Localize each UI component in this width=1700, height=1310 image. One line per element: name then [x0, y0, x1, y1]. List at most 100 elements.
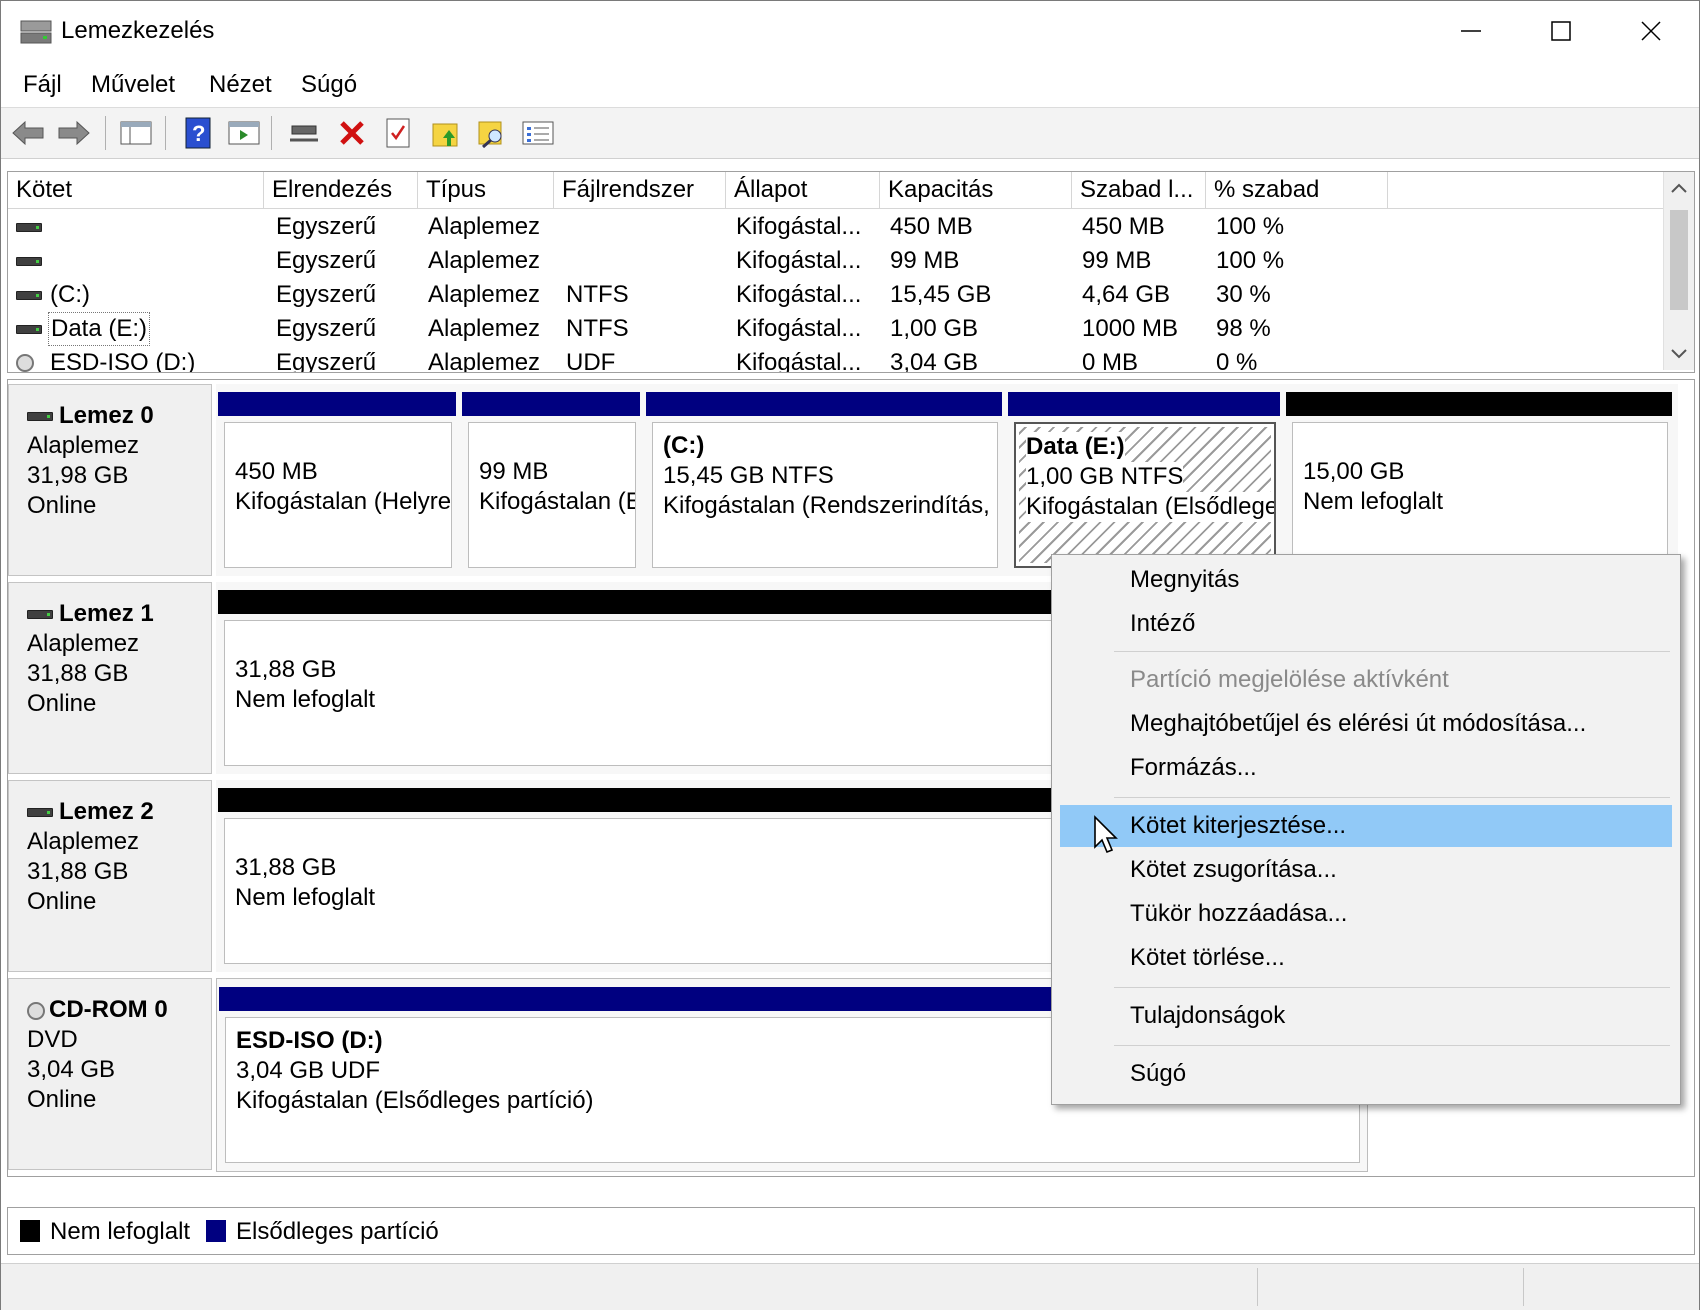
partition-status: Nem lefoglalt	[1303, 488, 1444, 515]
col-volume[interactable]: Kötet	[8, 172, 264, 208]
partition-box[interactable]: 99 MB Kifogástalan (E	[468, 422, 636, 568]
cell-pct: 30 %	[1216, 281, 1271, 308]
maximize-button[interactable]	[1516, 1, 1606, 61]
close-button[interactable]	[1606, 1, 1696, 61]
ctx-add-mirror[interactable]: Tükör hozzáadása...	[1060, 893, 1672, 935]
search-folder-button[interactable]	[473, 114, 511, 152]
ctx-open[interactable]: Megnyitás	[1060, 559, 1672, 601]
scrollbar-thumb[interactable]	[1670, 210, 1688, 310]
ctx-mark-active: Partíció megjelölése aktívként	[1130, 666, 1449, 693]
ctx-explorer[interactable]: Intéző	[1060, 603, 1672, 645]
cell-free: 4,64 GB	[1082, 281, 1171, 308]
col-filesystem[interactable]: Fájlrendszer	[554, 172, 726, 208]
volume-list-scrollbar[interactable]	[1663, 172, 1694, 370]
menu-file[interactable]: Fájl	[23, 71, 62, 99]
partition-size: 15,45 GB NTFS	[663, 462, 834, 489]
forward-button[interactable]	[55, 114, 93, 152]
col-status[interactable]: Állapot	[726, 172, 880, 208]
disk-type: Alaplemez	[27, 828, 140, 855]
ctx-extend-volume[interactable]: Kötet kiterjesztése...	[1060, 805, 1672, 847]
disk-name-row: CD-ROM 0	[27, 995, 211, 1025]
show-hide-action-pane-button[interactable]	[225, 114, 263, 152]
menu-bar: Fájl Művelet Nézet Súgó	[1, 63, 1699, 108]
disk-label[interactable]: Lemez 1 Alaplemez 31,88 GB Online	[8, 582, 212, 774]
disk-management-app-icon	[20, 20, 52, 44]
context-menu: Megnyitás Intéző Partíció megjelölése aktí…	[1051, 554, 1681, 1105]
cell-fs: NTFS	[566, 281, 629, 308]
cell-capacity: 99 MB	[890, 247, 960, 274]
partition-box[interactable]: Data (E:) 1,00 GB NTFS Kifogástalan (Elsőd…	[1014, 422, 1276, 568]
connect-icon	[290, 125, 318, 142]
ctx-shrink-volume[interactable]: Kötet zsugorítása...	[1060, 849, 1672, 891]
partition-title: (C:)	[663, 432, 705, 459]
cell-capacity: 450 MB	[890, 213, 973, 240]
ctx-help[interactable]: Súgó	[1060, 1053, 1672, 1095]
disk-size: 31,88 GB	[27, 858, 129, 885]
volume-row[interactable]: Egyszerű Alaplemez Kifogástal... 99 MB 99 MB…	[8, 244, 1664, 278]
hard-disk-icon	[27, 610, 53, 620]
disk-type: Alaplemez	[27, 432, 140, 459]
scroll-down-icon[interactable]	[1664, 338, 1694, 368]
legend-label-unallocated: Nem lefoglalt	[50, 1218, 191, 1245]
list-view-button[interactable]	[519, 114, 557, 152]
volume-row[interactable]: Egyszerű Alaplemez Kifogástal... 450 MB 450 …	[8, 210, 1664, 244]
ctx-separator	[1114, 651, 1670, 652]
back-arrow-icon	[12, 120, 44, 146]
cell-layout: Egyszerű	[276, 281, 377, 308]
ctx-format[interactable]: Formázás...	[1060, 747, 1672, 789]
scroll-up-icon[interactable]	[1664, 174, 1694, 204]
cell-free: 99 MB	[1082, 247, 1152, 274]
ctx-properties[interactable]: Tulajdonságok	[1060, 995, 1672, 1037]
title-bar: Lemezkezelés	[1, 1, 1699, 61]
properties-button[interactable]	[379, 114, 417, 152]
partition-color-bar	[646, 392, 1002, 416]
cell-type: Alaplemez	[428, 315, 541, 342]
volume-row[interactable]: (C:) Egyszerű Alaplemez NTFS Kifogástal... 15…	[8, 278, 1664, 312]
partition-box[interactable]: 450 MB Kifogástalan (Helyre	[224, 422, 452, 568]
menu-help[interactable]: Súgó	[301, 71, 357, 99]
connect-button[interactable]	[285, 114, 323, 152]
disk-type: DVD	[27, 1026, 78, 1053]
menu-action[interactable]: Művelet	[91, 71, 175, 99]
disk-label[interactable]: CD-ROM 0 DVD 3,04 GB Online	[8, 978, 212, 1170]
help-button[interactable]: ?	[179, 114, 217, 152]
maximize-icon	[1551, 21, 1571, 41]
disk-name: Lemez 0	[59, 402, 154, 429]
up-folder-button[interactable]	[427, 114, 465, 152]
cell-free: 0 MB	[1082, 349, 1139, 373]
ctx-delete-volume[interactable]: Kötet törlése...	[1060, 937, 1672, 979]
disk-size: 3,04 GB	[27, 1056, 116, 1083]
col-layout[interactable]: Elrendezés	[264, 172, 418, 208]
cell-status: Kifogástal...	[736, 247, 862, 274]
cell-pct: 0 %	[1216, 349, 1258, 373]
col-percent-free[interactable]: % szabad	[1206, 172, 1388, 208]
cell-type: Alaplemez	[428, 213, 541, 240]
delete-button[interactable]	[333, 114, 371, 152]
back-button[interactable]	[9, 114, 47, 152]
disk-partition-panel: 450 MB Kifogástalan (Helyre 99 MB Kifogásta…	[216, 384, 1678, 576]
minimize-button[interactable]	[1426, 1, 1516, 61]
ctx-change-drive-letter[interactable]: Meghajtóbetűjel és elérési út módosítása…	[1060, 703, 1672, 745]
partition-box[interactable]: 15,00 GB Nem lefoglalt	[1292, 422, 1668, 568]
partition-spacer	[479, 431, 635, 457]
legend: Nem lefoglalt Elsődleges partíció	[7, 1207, 1695, 1255]
col-type[interactable]: Típus	[418, 172, 554, 208]
volume-row[interactable]: ESD-ISO (D:) Egyszerű Alaplemez UDF Kifogást…	[8, 346, 1664, 373]
disk-label[interactable]: Lemez 0 Alaplemez 31,98 GB Online	[8, 384, 212, 576]
console-tree-icon	[120, 121, 152, 145]
legend-label-primary: Elsődleges partíció	[236, 1218, 439, 1245]
cell-layout: Egyszerű	[276, 213, 377, 240]
col-free-space[interactable]: Szabad l...	[1072, 172, 1206, 208]
disk-state: Online	[27, 1086, 97, 1113]
action-pane-icon	[228, 121, 260, 145]
disk-state: Online	[27, 690, 97, 717]
minimize-icon	[1461, 30, 1481, 32]
volume-row[interactable]: Data (E:) Egyszerű Alaplemez NTFS Kifogástal…	[8, 312, 1664, 346]
disk-label[interactable]: Lemez 2 Alaplemez 31,88 GB Online	[8, 780, 212, 972]
cell-capacity: 1,00 GB	[890, 315, 979, 342]
cell-volume: ESD-ISO (D:)	[50, 349, 196, 373]
partition-box[interactable]: (C:) 15,45 GB NTFS Kifogástalan (Rendszeri…	[652, 422, 998, 568]
col-capacity[interactable]: Kapacitás	[880, 172, 1072, 208]
show-hide-console-tree-button[interactable]	[117, 114, 155, 152]
menu-view[interactable]: Nézet	[209, 71, 272, 99]
